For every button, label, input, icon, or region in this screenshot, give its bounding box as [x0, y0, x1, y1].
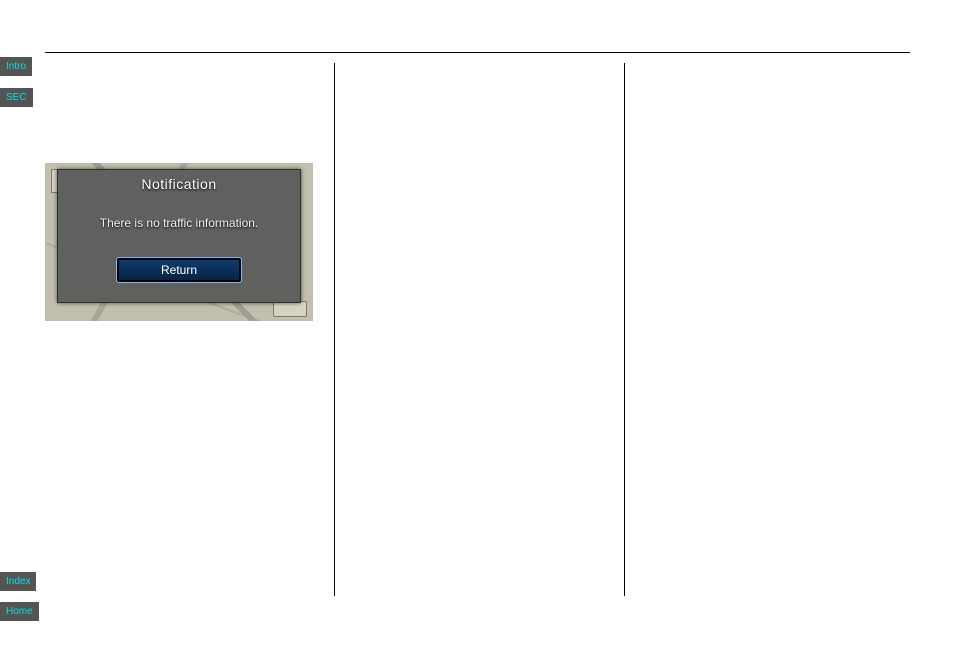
nav-screenshot: Notification There is no traffic informa…: [45, 163, 313, 321]
tab-home[interactable]: Home: [0, 602, 39, 621]
notification-dialog: Notification There is no traffic informa…: [57, 169, 301, 303]
return-button[interactable]: Return: [117, 258, 241, 282]
tab-sec[interactable]: SEC: [0, 88, 33, 107]
column-divider-1: [334, 63, 335, 596]
tab-intro[interactable]: Intro: [0, 57, 32, 76]
dialog-title: Notification: [141, 176, 216, 192]
tab-index[interactable]: Index: [0, 572, 36, 591]
top-divider: [45, 52, 910, 53]
column-divider-2: [624, 63, 625, 596]
dialog-message: There is no traffic information.: [100, 216, 259, 230]
